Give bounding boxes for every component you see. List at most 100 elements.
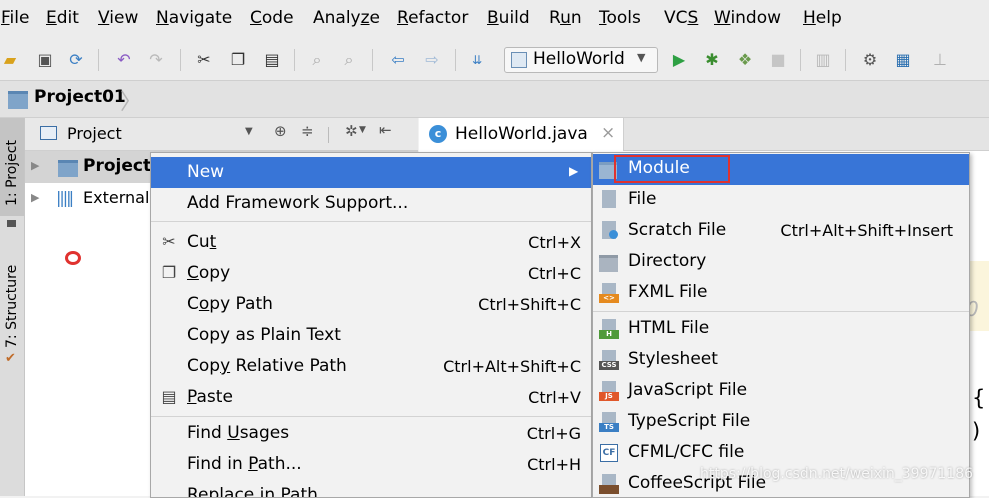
menu-item-copy-path[interactable]: Copy Path Ctrl+Shift+C [151,289,591,320]
submenu-item-stylesheet[interactable]: CSS Stylesheet [593,345,969,376]
run-icon[interactable]: ▶ [669,50,689,70]
menu-item-paste[interactable]: ▤ Paste Ctrl+V [151,382,591,413]
scroll-from-source-icon[interactable]: ⊕ [274,122,287,140]
breadcrumb-project[interactable]: Project01 [34,87,126,107]
toolbar-separator [455,49,456,71]
tree-expand-icon[interactable]: ▶ [31,159,39,172]
menu-edit[interactable]: Edit [46,8,79,28]
menu-vcs[interactable]: VCS [664,8,698,28]
replace-icon[interactable]: ⌕ [339,50,359,70]
submenu-item-cfml-file[interactable]: CF CFML/CFC file [593,438,969,469]
debug-icon[interactable]: ✱ [702,50,722,70]
project-folder-icon [8,91,28,109]
submenu-item-label: Directory [628,251,707,271]
gear-icon[interactable]: ✲ [345,122,358,140]
menu-analyze[interactable]: Analyze [313,8,380,28]
tree-external-label: External [83,188,150,207]
submenu-item-module[interactable]: Module [593,154,969,185]
collapse-all-icon[interactable]: ≑ [301,122,314,140]
make-icon[interactable]: ⇊ [467,50,487,70]
chevron-down-icon[interactable]: ▼ [245,126,253,137]
tree-expand-icon[interactable]: ▶ [31,191,39,204]
file-icon [599,190,619,210]
tab-helloworld-java[interactable]: c HelloWorld.java × [419,118,624,151]
menu-navigate[interactable]: Navigate [156,8,232,28]
paste-icon[interactable]: ▤ [262,50,282,70]
menu-item-shortcut: Ctrl+Alt+Shift+C [443,357,581,376]
cut-icon[interactable]: ✂ [194,50,214,70]
stop-icon[interactable]: ■ [768,50,788,70]
menu-item-new[interactable]: New ▶ [151,157,591,188]
undo-icon[interactable]: ↶ [114,50,134,70]
toolbar-separator [800,49,801,71]
sync-icon[interactable]: ⟳ [66,50,86,70]
menu-file[interactable]: File [1,8,29,28]
menu-run[interactable]: Run [549,8,582,28]
menu-item-copy-as-plain-text[interactable]: Copy as Plain Text [151,320,591,351]
java-class-icon: c [429,125,447,143]
project-tool-tab[interactable]: 1: Project [0,118,24,216]
find-icon[interactable]: ⌕ [307,50,327,70]
structure-tool-tab-label: 7: Structure [4,264,20,348]
project-panel-header: Project ▼ ⊕ ≑ ✲ ▼ ⇤ [25,118,418,151]
menu-item-shortcut: Ctrl+Shift+C [478,295,581,314]
menu-window[interactable]: Window [714,8,781,28]
submenu-item-label: CFML/CFC file [628,442,745,462]
submenu-item-fxml-file[interactable]: <> FXML File [593,278,969,309]
vcs-icon[interactable]: ⊥ [930,50,950,70]
submenu-item-scratch-file[interactable]: Scratch File Ctrl+Alt+Shift+Insert [593,216,969,247]
menu-view[interactable]: View [98,8,138,28]
menu-item-copy[interactable]: ❐ Copy Ctrl+C [151,258,591,289]
menu-item-copy-relative-path[interactable]: Copy Relative Path Ctrl+Alt+Shift+C [151,351,591,382]
sdk-icon[interactable]: ▦ [893,50,913,70]
menu-separator [593,311,969,312]
open-folder-icon[interactable]: ▰ [0,50,20,70]
menu-item-add-framework-support[interactable]: Add Framework Support... [151,188,591,219]
menu-build[interactable]: Build [487,8,530,28]
menu-item-find-usages[interactable]: Find Usages Ctrl+G [151,418,591,449]
project-structure-icon[interactable]: ⚙ [860,50,880,70]
context-menu: New ▶ Add Framework Support... ✂ Cut Ctr… [150,152,592,498]
run-config-dropdown[interactable]: HelloWorld ▼ [504,47,658,73]
submenu-item-javascript-file[interactable]: JS JavaScript File [593,376,969,407]
menu-help[interactable]: Help [803,8,842,28]
copy-icon[interactable]: ❐ [228,50,248,70]
submenu-item-directory[interactable]: Directory [593,247,969,278]
project-panel-title[interactable]: Project [67,124,122,143]
back-icon[interactable]: ⇦ [388,50,408,70]
forward-icon[interactable]: ⇨ [422,50,442,70]
menu-code[interactable]: Code [250,8,294,28]
coverage-icon[interactable]: ❖ [735,50,755,70]
application-config-icon [511,52,527,68]
chevron-down-icon: ▼ [637,51,646,64]
attach-icon[interactable]: ▥ [813,50,833,70]
code-fragment: ) [972,419,981,443]
chevron-down-icon[interactable]: ▼ [359,125,366,135]
redo-icon[interactable]: ↷ [146,50,166,70]
close-icon[interactable]: × [601,123,615,143]
left-tool-strip: 1: Project 7: Structure ✔ [0,118,25,496]
menu-item-label: Copy Relative Path [187,356,347,376]
menu-item-find-in-path[interactable]: Find in Path... Ctrl+H [151,449,591,480]
menu-refactor[interactable]: Refactor [397,8,468,28]
hide-panel-icon[interactable]: ⇤ [379,121,392,139]
submenu-item-html-file[interactable]: H HTML File [593,314,969,345]
menu-tools[interactable]: Tools [599,8,641,28]
structure-tool-tab[interactable]: 7: Structure ✔ [0,243,24,373]
breadcrumb-chevron-icon: 〉 [120,90,143,115]
menu-item-replace-in-path[interactable]: Replace in Path... [151,480,591,498]
submenu-item-typescript-file[interactable]: TS TypeScript File [593,407,969,438]
structure-icon: ✔ [5,351,16,366]
editor-tab-bar: c HelloWorld.java × [419,118,989,151]
submenu-item-file[interactable]: File [593,185,969,216]
menu-item-cut[interactable]: ✂ Cut Ctrl+X [151,227,591,258]
submenu-item-label: Scratch File [628,220,727,240]
new-submenu: Module File Scratch File Ctrl+Alt+Shift+… [592,152,970,498]
menu-item-shortcut: Ctrl+H [527,455,581,474]
breadcrumb: Project01 〉 [0,81,989,118]
menu-item-label: Replace in Path... [187,485,335,498]
save-icon[interactable]: ▣ [35,50,55,70]
submenu-item-label: HTML File [628,318,710,338]
paste-icon: ▤ [161,387,177,406]
toolbar-separator [372,49,373,71]
